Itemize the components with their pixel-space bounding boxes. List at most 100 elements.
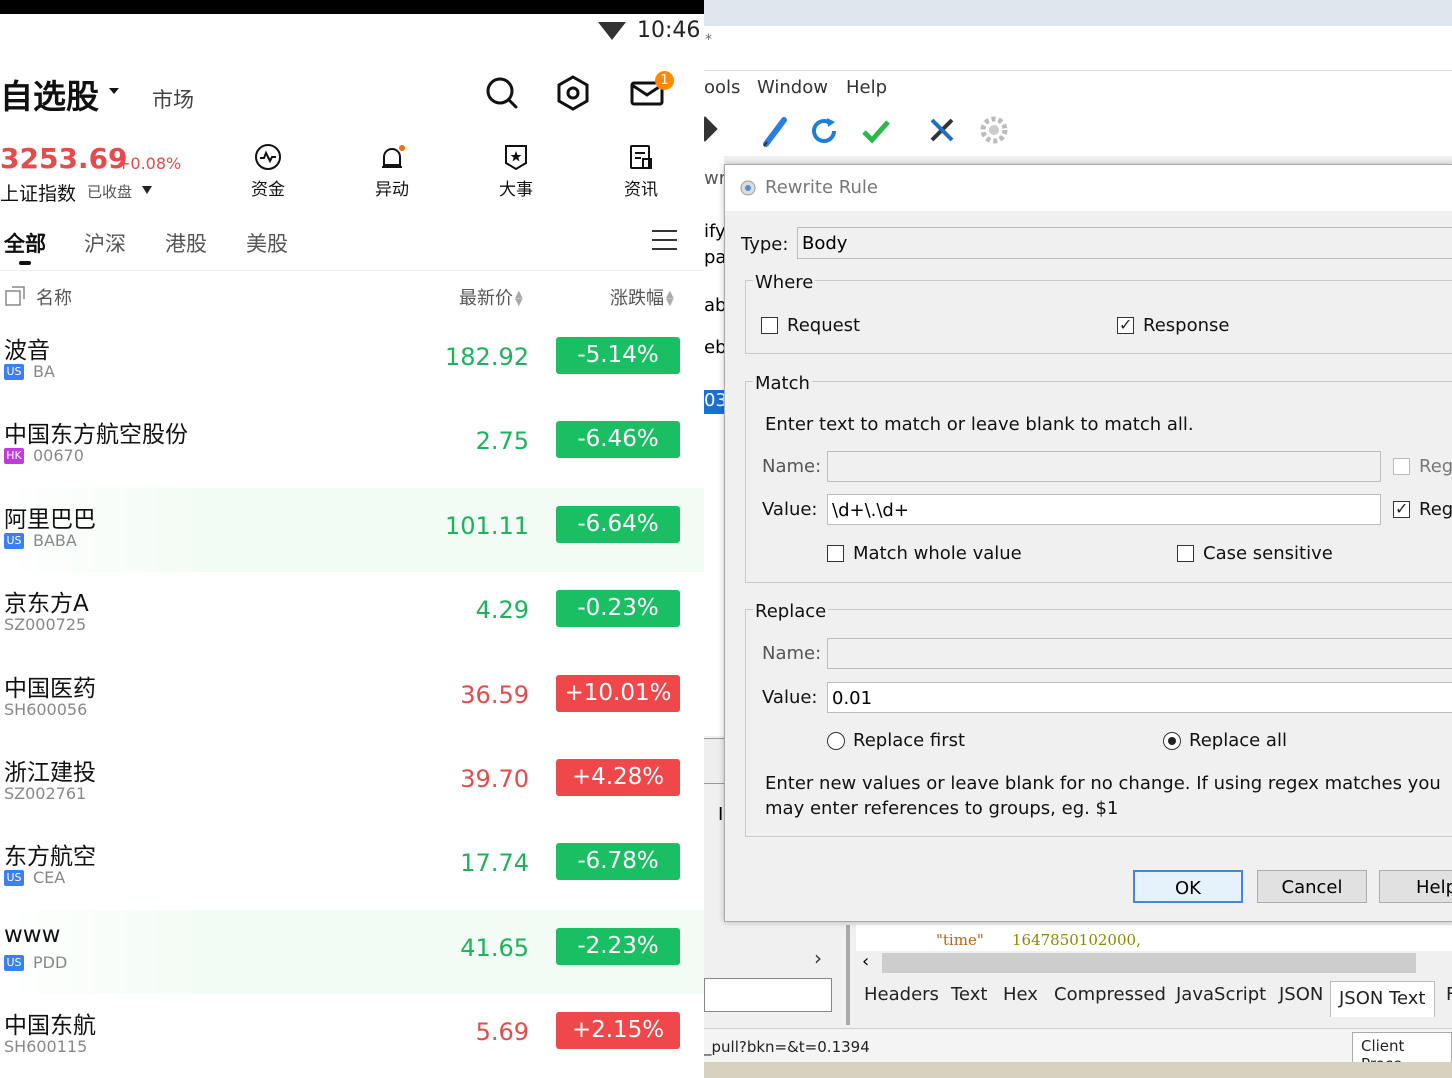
change-badge[interactable]: -2.23%: [556, 928, 680, 965]
column-change-sort[interactable]: 涨跌幅 ▲ ▼: [610, 284, 674, 310]
name-regex-checkbox[interactable]: [1393, 458, 1410, 475]
index-status: 已收盘: [87, 183, 133, 201]
stock-code: PDD: [33, 953, 68, 972]
horizontal-scrollbar[interactable]: ‹: [856, 951, 1452, 975]
change-badge[interactable]: -6.64%: [556, 506, 680, 543]
fund-flow-button[interactable]: 资金: [228, 143, 308, 200]
column-price-sort[interactable]: 最新价 ▲ ▼: [459, 284, 523, 310]
help-button[interactable]: Help: [1379, 870, 1452, 903]
refresh-icon[interactable]: [810, 114, 840, 148]
pen-icon[interactable]: [760, 114, 790, 148]
tab-json-text[interactable]: JSON Text: [1330, 981, 1435, 1017]
index-change: +0.08%: [117, 154, 182, 173]
change-badge[interactable]: -6.46%: [556, 421, 680, 458]
gear-icon[interactable]: [978, 114, 1010, 146]
market-tab[interactable]: 市场: [152, 84, 194, 114]
menu-help[interactable]: Help: [846, 77, 887, 98]
stock-row[interactable]: 中国医药 SH600056 36.59 +10.01%: [0, 657, 704, 741]
dialog-title: Rewrite Rule: [765, 177, 878, 198]
index-value[interactable]: 3253.69: [0, 142, 128, 175]
dialog-titlebar: Rewrite Rule: [725, 165, 1452, 211]
stock-code: SH600115: [4, 1037, 88, 1056]
stock-row[interactable]: 中国东方航空股份 HK 00670 2.75 -6.46%: [0, 403, 704, 487]
index-name[interactable]: 上证指数: [0, 179, 76, 206]
tab-javascript[interactable]: JavaScript: [1176, 984, 1266, 1005]
check-icon[interactable]: [860, 116, 892, 146]
replace-name-input[interactable]: [827, 638, 1452, 669]
tab-json[interactable]: JSON: [1279, 984, 1323, 1005]
match-name-input[interactable]: [827, 451, 1381, 482]
menu-tools[interactable]: ools: [704, 77, 740, 98]
tab-text[interactable]: Text: [951, 984, 987, 1005]
tab-hk[interactable]: 港股: [165, 228, 207, 258]
match-whole-checkbox[interactable]: [827, 545, 844, 562]
scroll-thumb[interactable]: [882, 953, 1416, 973]
tab-us[interactable]: 美股: [246, 228, 288, 258]
scroll-left-icon[interactable]: ‹: [862, 951, 869, 972]
match-group: [745, 381, 1452, 583]
tab-compressed[interactable]: Compressed: [1054, 984, 1166, 1005]
stop-icon[interactable]: [704, 116, 718, 142]
events-shield-icon: [505, 145, 527, 171]
change-badge[interactable]: +2.15%: [556, 1012, 680, 1049]
change-badge[interactable]: +4.28%: [556, 759, 680, 796]
splitter[interactable]: [846, 925, 850, 1025]
chevron-right-icon[interactable]: ›: [814, 946, 822, 970]
watchlist-title[interactable]: 自选股: [0, 70, 99, 118]
response-checkbox[interactable]: ✓: [1117, 315, 1134, 334]
stock-row[interactable]: 阿里巴巴 US BABA 101.11 -6.64%: [0, 488, 704, 572]
tab-all[interactable]: 全部: [4, 228, 46, 258]
replace-all-label: Replace all: [1189, 730, 1287, 751]
tab-more[interactable]: F: [1446, 984, 1452, 1005]
replace-value-input[interactable]: 0.01: [827, 682, 1452, 713]
stock-row[interactable]: 波音 US BA 182.92 -5.14%: [0, 319, 704, 403]
news-button[interactable]: 资讯: [601, 143, 681, 200]
wifi-icon: [598, 22, 626, 40]
value-regex-checkbox[interactable]: ✓: [1393, 499, 1410, 518]
events-label: 大事: [499, 180, 533, 200]
stock-row[interactable]: www US PDD 41.65 -2.23%: [0, 910, 704, 994]
stock-row[interactable]: 京东方A SZ000725 4.29 -0.23%: [0, 572, 704, 656]
menu-icon[interactable]: [652, 230, 677, 257]
fund-flow-icon: [255, 144, 281, 170]
type-select[interactable]: Body: [797, 227, 1452, 259]
stock-row[interactable]: 东方航空 US CEA 17.74 -6.78%: [0, 825, 704, 909]
json-key: "time": [936, 931, 984, 949]
edit-list-icon[interactable]: [4, 285, 26, 307]
toolbar: [704, 108, 1452, 156]
change-badge[interactable]: -6.78%: [556, 843, 680, 880]
stock-row[interactable]: 中国东航 SH600115 5.69 +2.15%: [0, 994, 704, 1078]
radio-dot: [1168, 737, 1176, 745]
caret-down-icon[interactable]: [142, 186, 152, 194]
selected-session[interactable]: 03: [704, 390, 727, 414]
tab-headers[interactable]: Headers: [864, 984, 939, 1005]
events-button[interactable]: 大事: [476, 143, 556, 200]
market-badge: US: [4, 364, 24, 380]
tab-hex[interactable]: Hex: [1003, 984, 1038, 1005]
stock-name: 东方航空: [4, 844, 96, 870]
stock-row[interactable]: 浙江建投 SZ002761 39.70 +4.28%: [0, 741, 704, 825]
stock-price: 39.70: [460, 765, 529, 793]
cancel-button[interactable]: Cancel: [1257, 870, 1367, 903]
search-icon[interactable]: [482, 73, 522, 113]
market-badge: HK: [4, 448, 24, 464]
case-sensitive-checkbox[interactable]: [1177, 545, 1194, 562]
change-badge[interactable]: -0.23%: [556, 590, 680, 627]
replace-first-label: Replace first: [853, 730, 966, 751]
tools-icon[interactable]: [926, 114, 958, 146]
column-change-label: 涨跌幅: [610, 288, 664, 309]
ok-button[interactable]: OK: [1133, 870, 1243, 903]
chevron-down-icon[interactable]: [109, 88, 119, 94]
replace-all-radio[interactable]: [1163, 732, 1181, 750]
replace-first-radio[interactable]: [827, 732, 845, 750]
change-badge[interactable]: +10.01%: [556, 675, 680, 712]
alerts-button[interactable]: 异动: [352, 143, 432, 200]
change-badge[interactable]: -5.14%: [556, 337, 680, 374]
stock-price: 4.29: [475, 596, 529, 624]
match-value-input[interactable]: \d+\.\d+: [827, 494, 1381, 525]
tab-shsz[interactable]: 沪深: [84, 228, 126, 258]
settings-icon[interactable]: [553, 73, 593, 113]
request-checkbox[interactable]: [761, 317, 778, 334]
menu-window[interactable]: Window: [757, 77, 828, 98]
left-input[interactable]: [704, 978, 832, 1012]
